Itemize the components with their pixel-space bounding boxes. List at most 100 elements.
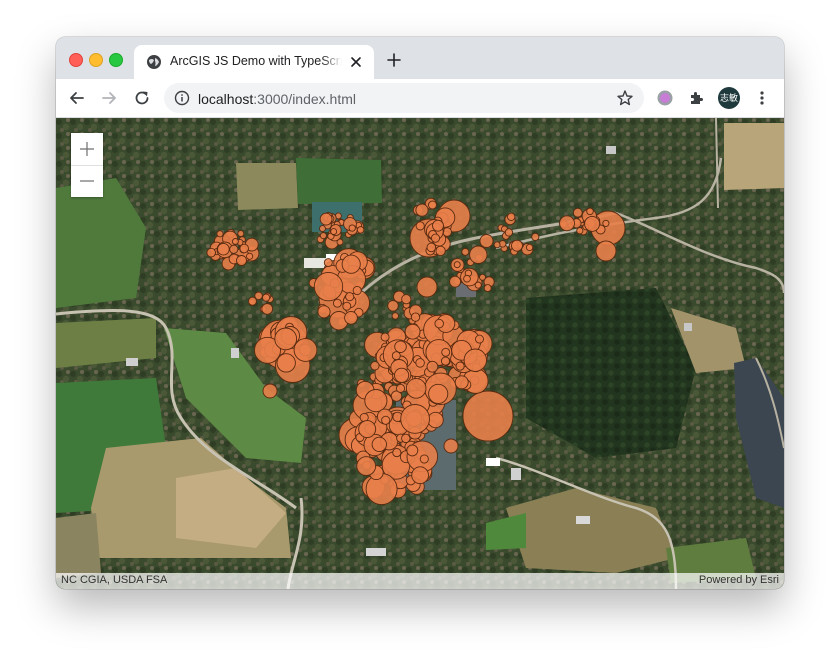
point-marker[interactable] (493, 241, 501, 249)
point-marker[interactable] (392, 448, 402, 458)
point-marker[interactable] (584, 215, 601, 232)
point-marker[interactable] (348, 224, 356, 232)
point-marker[interactable] (391, 351, 401, 361)
point-marker[interactable] (435, 245, 446, 257)
point-marker[interactable] (262, 383, 278, 399)
point-marker[interactable] (370, 361, 380, 371)
point-marker[interactable] (415, 358, 425, 368)
point-marker[interactable] (394, 367, 410, 383)
point-marker[interactable] (342, 301, 352, 311)
point-marker[interactable] (455, 361, 465, 371)
zoom-in-button[interactable] (71, 133, 103, 166)
point-marker[interactable] (401, 433, 411, 444)
point-marker[interactable] (463, 274, 471, 283)
info-icon[interactable] (174, 90, 190, 106)
close-window-button[interactable] (69, 53, 83, 67)
point-marker[interactable] (419, 454, 429, 464)
point-marker[interactable] (217, 242, 230, 256)
point-marker[interactable] (443, 438, 459, 454)
point-marker[interactable] (426, 360, 439, 373)
point-marker[interactable] (483, 284, 492, 293)
point-marker[interactable] (261, 303, 274, 315)
point-marker[interactable] (356, 226, 365, 234)
point-marker[interactable] (507, 212, 516, 221)
point-marker[interactable] (319, 232, 327, 240)
point-marker[interactable] (400, 404, 430, 434)
point-marker[interactable] (531, 232, 540, 241)
point-marker[interactable] (276, 353, 296, 373)
point-marker[interactable] (602, 219, 610, 227)
point-marker[interactable] (427, 411, 444, 429)
point-marker[interactable] (364, 389, 388, 413)
point-marker[interactable] (356, 456, 377, 476)
reload-icon[interactable] (133, 89, 151, 107)
close-icon[interactable] (348, 54, 364, 70)
point-marker[interactable] (313, 271, 344, 302)
point-marker[interactable] (206, 247, 216, 258)
point-marker[interactable] (319, 225, 326, 233)
point-marker[interactable] (229, 244, 239, 254)
point-marker[interactable] (401, 294, 412, 305)
point-marker[interactable] (345, 292, 355, 302)
point-marker[interactable] (380, 332, 390, 342)
point-marker[interactable] (504, 228, 514, 237)
zoom-out-button[interactable] (71, 165, 103, 197)
forward-arrow-icon[interactable] (100, 89, 118, 107)
point-marker[interactable] (231, 238, 239, 245)
profile-avatar[interactable]: 志敏 (718, 87, 740, 109)
point-marker[interactable] (404, 323, 421, 340)
point-marker[interactable] (395, 383, 406, 393)
point-marker[interactable] (237, 230, 245, 238)
point-marker[interactable] (236, 255, 247, 266)
point-marker[interactable] (406, 444, 419, 457)
point-marker[interactable] (463, 348, 487, 372)
point-marker[interactable] (595, 240, 617, 262)
point-marker[interactable] (415, 203, 429, 217)
point-marker[interactable] (441, 347, 451, 357)
point-marker[interactable] (319, 212, 333, 226)
point-marker[interactable] (453, 261, 461, 269)
puzzle-icon[interactable] (688, 89, 706, 107)
point-marker[interactable] (293, 338, 318, 362)
point-marker[interactable] (394, 340, 407, 353)
point-marker[interactable] (365, 473, 398, 506)
point-marker[interactable] (586, 207, 594, 216)
point-marker[interactable] (416, 276, 438, 298)
point-markers-layer[interactable] (56, 118, 784, 589)
point-marker[interactable] (430, 233, 441, 243)
point-marker[interactable] (391, 312, 399, 320)
more-vert-icon[interactable] (753, 89, 771, 107)
point-marker[interactable] (454, 375, 469, 390)
point-marker[interactable] (358, 420, 377, 439)
map-view[interactable]: NC CGIA, USDA FSA Powered by Esri (56, 118, 784, 589)
point-marker[interactable] (440, 356, 451, 366)
address-bar[interactable]: localhost:3000/index.html (164, 83, 644, 113)
point-marker[interactable] (352, 285, 362, 296)
point-marker[interactable] (248, 296, 257, 306)
point-marker[interactable] (576, 227, 584, 235)
point-marker[interactable] (511, 239, 523, 252)
powered-by-esri[interactable]: Powered by Esri (699, 574, 779, 586)
extension-circle-icon[interactable] (656, 89, 674, 107)
point-marker[interactable] (405, 378, 427, 399)
point-marker[interactable] (323, 258, 333, 268)
point-marker[interactable] (434, 318, 444, 329)
point-marker[interactable] (449, 275, 462, 288)
minimize-window-button[interactable] (89, 53, 103, 67)
point-marker[interactable] (469, 245, 488, 264)
plus-icon[interactable] (386, 52, 402, 68)
point-marker[interactable] (330, 228, 338, 236)
point-marker[interactable] (246, 252, 254, 260)
active-tab[interactable]: ArcGIS JS Demo with TypeScript (134, 45, 374, 79)
point-marker[interactable] (274, 327, 298, 351)
point-marker[interactable] (428, 200, 437, 210)
point-marker[interactable] (479, 234, 494, 248)
star-icon[interactable] (616, 89, 634, 107)
point-marker[interactable] (317, 305, 331, 319)
point-marker[interactable] (371, 436, 387, 453)
point-marker[interactable] (262, 293, 271, 302)
point-marker[interactable] (475, 334, 484, 344)
point-marker[interactable] (344, 310, 358, 325)
point-marker[interactable] (461, 247, 470, 256)
point-marker[interactable] (432, 219, 444, 232)
